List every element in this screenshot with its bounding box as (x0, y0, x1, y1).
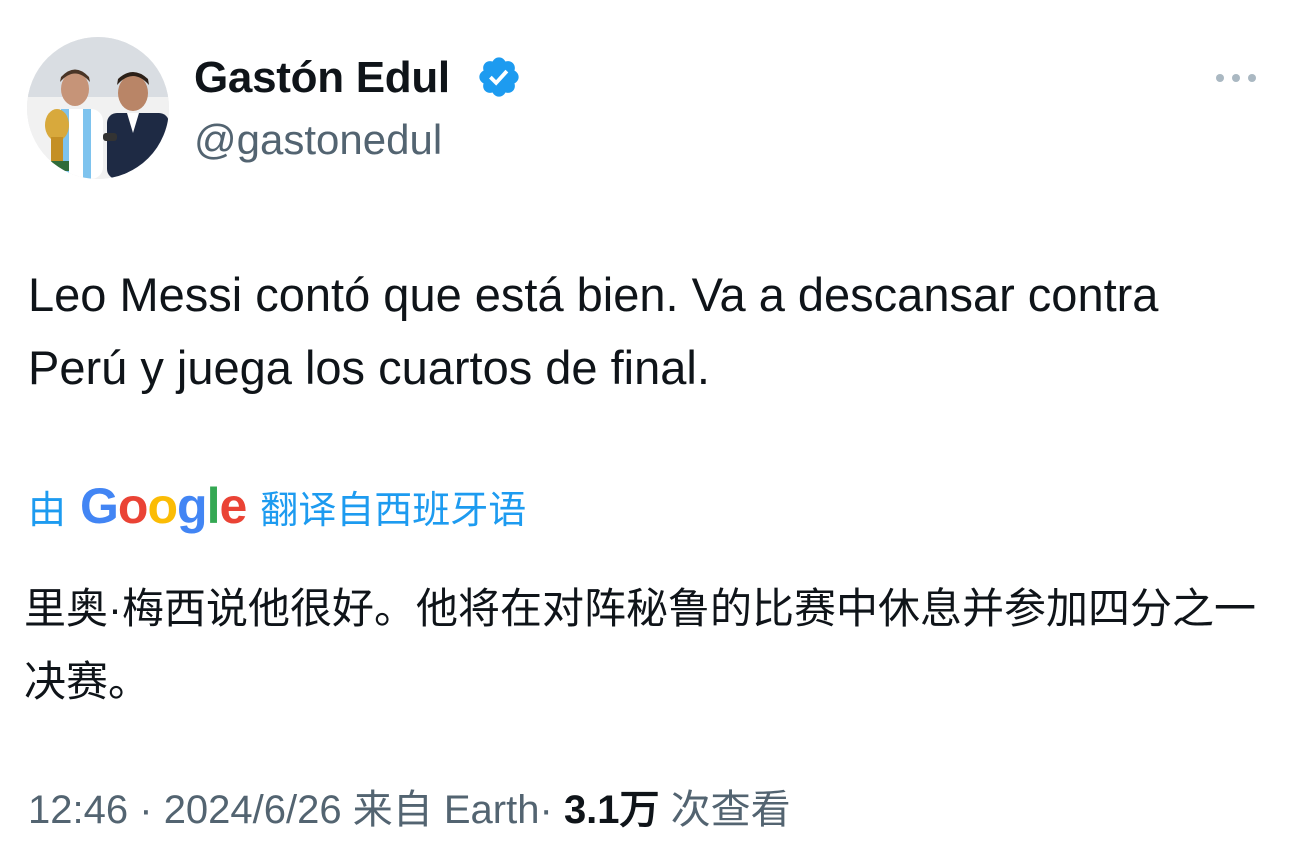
more-dots-icon[interactable] (1208, 60, 1264, 96)
translated-text: 里奥·梅西说他很好。他将在对阵秘鲁的比赛中休息并参加四分之一决赛。 (24, 585, 1256, 705)
tweet-source: 来自 Earth (352, 788, 540, 832)
google-wordmark: Google (80, 478, 247, 534)
views-count[interactable]: 3.1万 (564, 788, 660, 832)
translation-attribution[interactable]: 由 Google 翻译自西班牙语 (28, 474, 526, 538)
google-logo: Google (80, 474, 247, 538)
avatar-image (27, 37, 169, 179)
meta-separator: · (539, 788, 553, 832)
avatar[interactable] (27, 37, 169, 179)
tweet-date[interactable]: 2024/6/26 (164, 788, 342, 832)
author-handle[interactable]: @gastonedul (194, 114, 442, 166)
views-label: 次查看 (670, 788, 791, 832)
meta-separator: · (139, 788, 153, 832)
author-display-name[interactable]: Gastón Edul (194, 52, 450, 104)
translation-source-language: 翻译自西班牙语 (260, 489, 527, 532)
verified-badge-icon (476, 54, 522, 100)
tweet-time[interactable]: 12:46 (28, 788, 128, 832)
tweet-meta: 12:46 · 2024/6/26 来自 Earth· 3.1万 次查看 (28, 782, 791, 838)
translation-prefix: 由 (28, 489, 67, 532)
tweet-text: Leo Messi contó que está bien. Va a desc… (28, 268, 1159, 394)
